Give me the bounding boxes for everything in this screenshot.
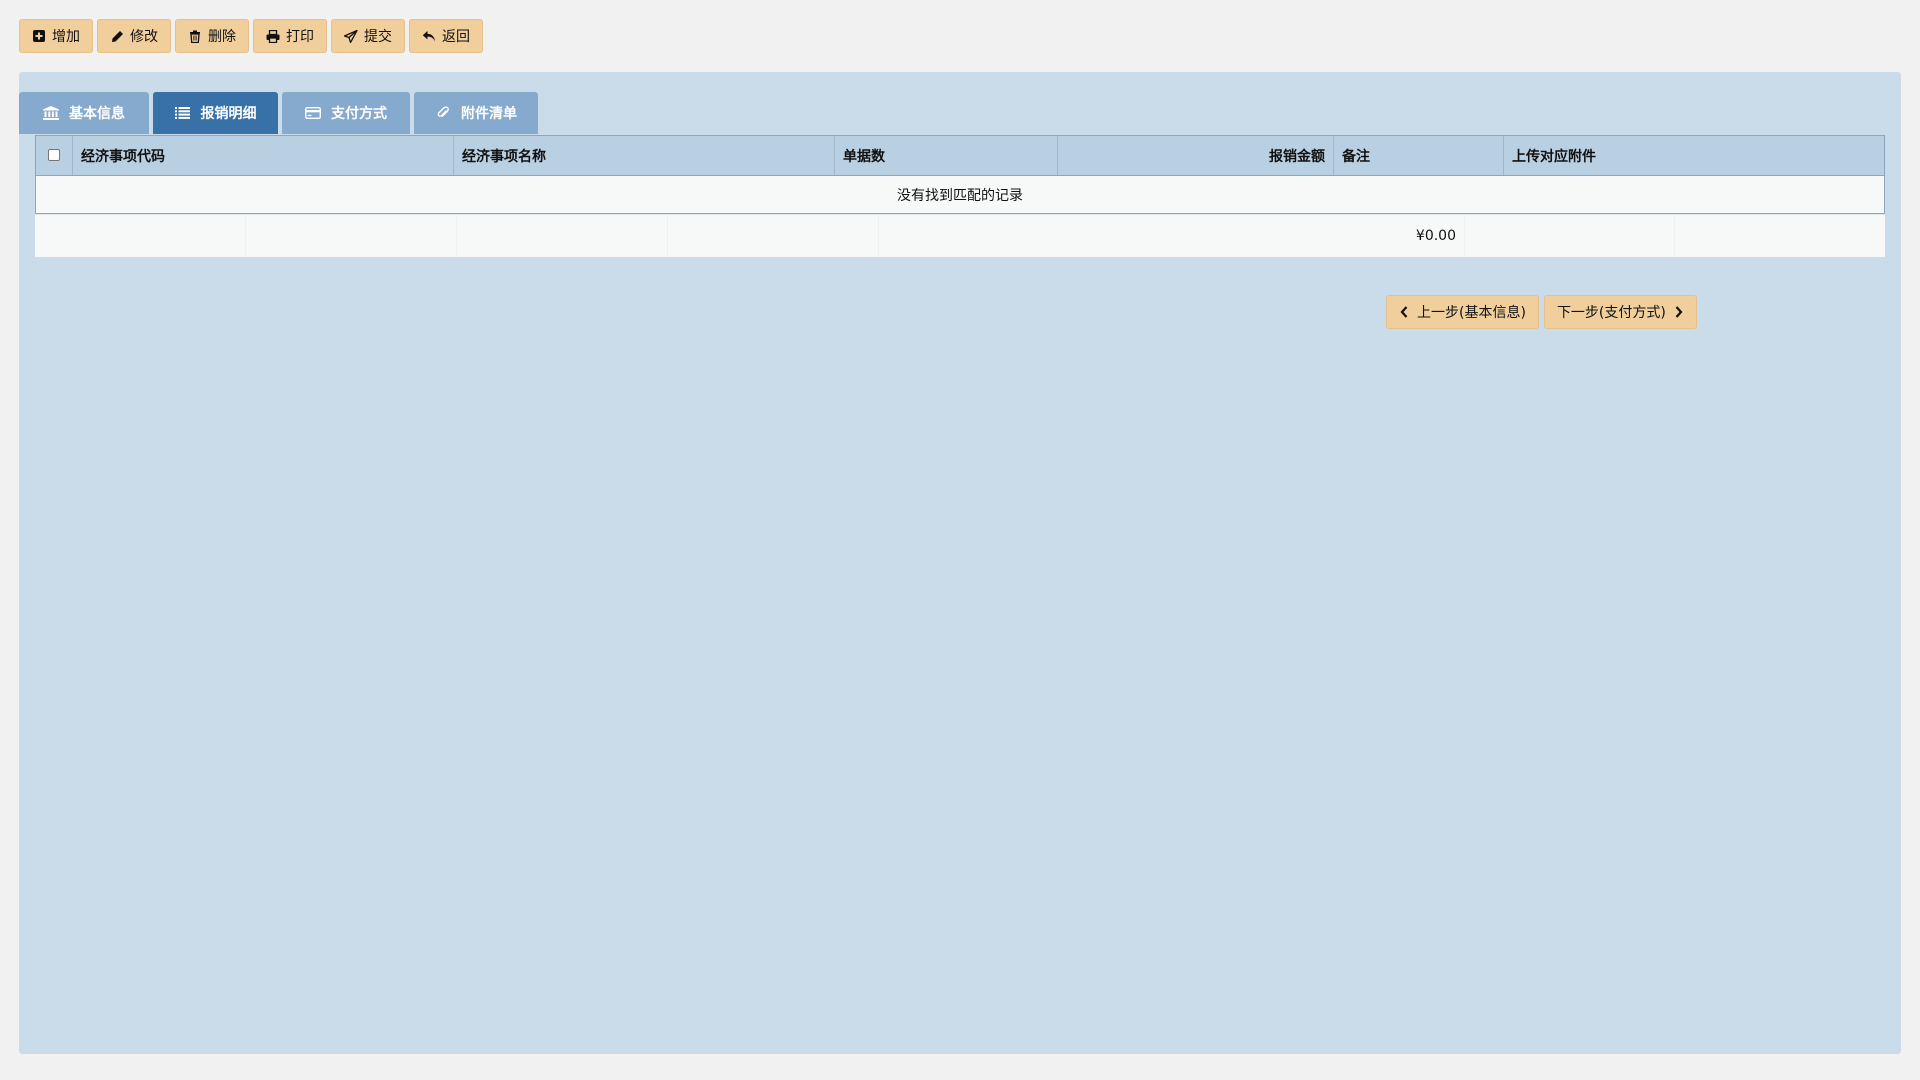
tab-basic-info-label: 基本信息 [69,106,125,122]
print-icon [266,29,280,43]
tab-basic-info[interactable]: 基本信息 [19,92,149,134]
tab-attachment-list[interactable]: 附件清单 [414,92,538,134]
chevron-right-icon [1674,305,1684,319]
delete-button[interactable]: 删除 [175,19,249,53]
toolbar: 增加 修改 删除 打印 提交 返回 [19,19,483,53]
footer-cell [1465,215,1675,257]
footer-cell [35,215,246,257]
edit-button-label: 修改 [130,29,158,45]
column-header-item-name[interactable]: 经济事项名称 [454,136,835,175]
edit-button[interactable]: 修改 [97,19,171,53]
back-button[interactable]: 返回 [409,19,483,53]
footer-cell [1675,215,1885,257]
tab-bar: 基本信息 报销明细 支付方式 附件清单 [19,92,538,134]
back-button-label: 返回 [442,29,470,45]
details-table: 经济事项代码 经济事项名称 单据数 报销金额 备注 上传对应附件 没有找到匹配的… [35,135,1885,214]
tab-payment-method-label: 支付方式 [331,106,387,122]
previous-step-label: 上一步(基本信息) [1417,305,1526,321]
print-button-label: 打印 [286,29,314,45]
tab-reimbursement-details[interactable]: 报销明细 [153,92,278,134]
step-navigation: 上一步(基本信息) 下一步(支付方式) [1386,295,1697,329]
trash-icon [188,29,202,43]
main-panel: 基本信息 报销明细 支付方式 附件清单 经济事项代码 经济事项名称 单据数 报销… [19,72,1901,1054]
column-header-remarks[interactable]: 备注 [1334,136,1504,175]
submit-button-label: 提交 [364,29,392,45]
next-step-button[interactable]: 下一步(支付方式) [1543,295,1697,329]
tab-reimbursement-details-label: 报销明细 [200,106,257,122]
reply-icon [422,29,436,43]
table-footer: ¥0.00 [35,214,1885,257]
print-button[interactable]: 打印 [253,19,327,53]
empty-message: 没有找到匹配的记录 [36,176,1884,213]
send-icon [344,29,358,43]
footer-cell [668,215,879,257]
previous-step-button[interactable]: 上一步(基本信息) [1386,295,1539,329]
footer-cell [246,215,457,257]
column-header-amount[interactable]: 报销金额 [1058,136,1334,175]
column-header-upload-attachment[interactable]: 上传对应附件 [1504,136,1884,175]
credit-card-icon [305,106,321,120]
add-button-label: 增加 [52,29,80,45]
select-all-cell [36,136,73,175]
footer-cell [457,215,668,257]
bank-icon [43,106,59,120]
chevron-left-icon [1399,305,1409,319]
list-icon [175,106,191,120]
plus-square-icon [32,29,46,43]
submit-button[interactable]: 提交 [331,19,405,53]
table-header: 经济事项代码 经济事项名称 单据数 报销金额 备注 上传对应附件 [36,136,1884,176]
column-header-item-code[interactable]: 经济事项代码 [73,136,454,175]
footer-total-amount: ¥0.00 [879,215,1465,257]
paperclip-icon [435,106,451,120]
delete-button-label: 删除 [208,29,236,45]
next-step-label: 下一步(支付方式) [1556,305,1666,321]
tab-payment-method[interactable]: 支付方式 [282,92,410,134]
pencil-icon [110,29,124,43]
select-all-checkbox[interactable] [48,148,60,161]
tab-attachment-list-label: 附件清单 [461,106,517,122]
column-header-doc-count[interactable]: 单据数 [835,136,1058,175]
add-button[interactable]: 增加 [19,19,93,53]
